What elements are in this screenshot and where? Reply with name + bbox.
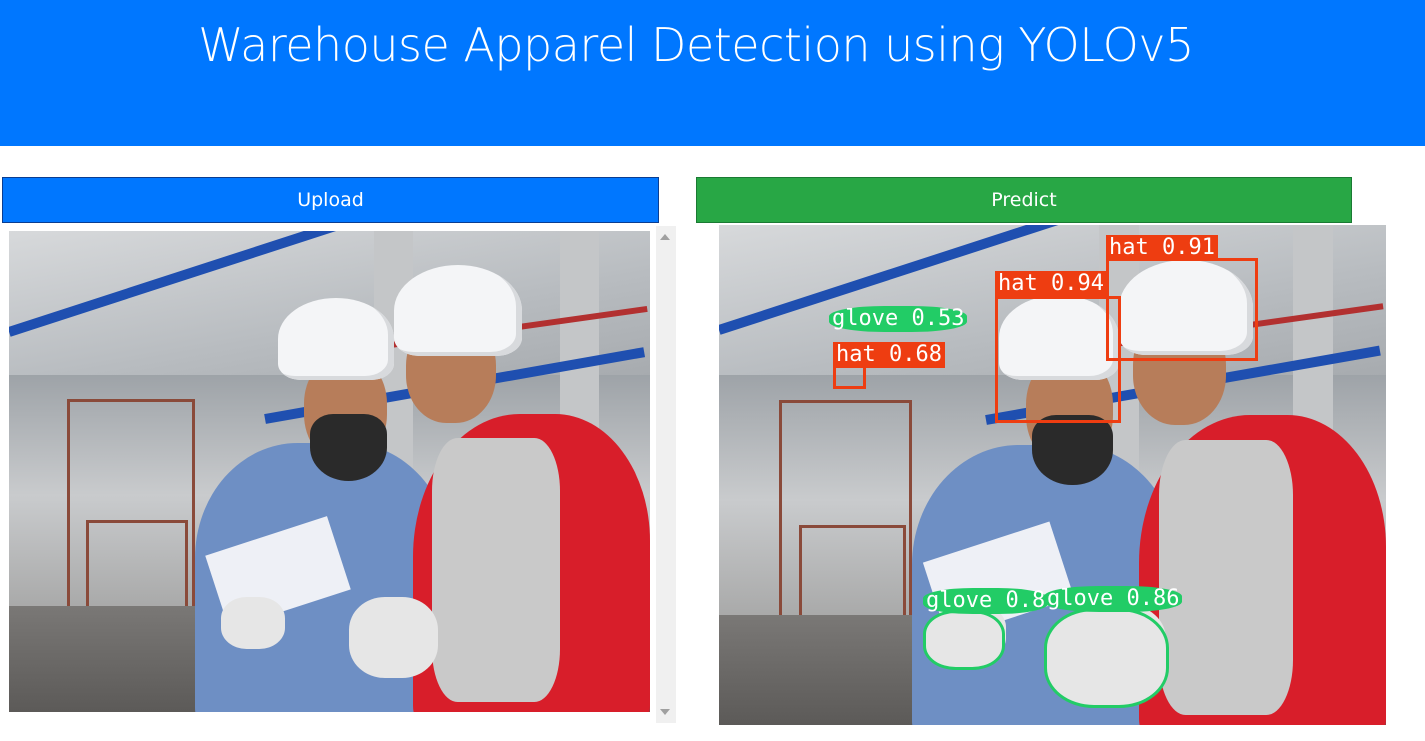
detection-label: glove 0.86 [1044, 586, 1183, 612]
detection-box-glove [1044, 608, 1169, 708]
uploaded-image [9, 231, 650, 712]
prediction-image: hat 0.91 hat 0.94 glove 0.53 hat 0.68 gl… [719, 225, 1386, 725]
page-title: Warehouse Apparel Detection using YOLOv5 [198, 18, 1194, 72]
detection-label: glove 0.8 [923, 588, 1049, 614]
detection-label: hat 0.91 [1106, 235, 1218, 261]
scroll-down-arrow-icon[interactable] [660, 709, 670, 715]
detection-box-glove [923, 610, 1005, 670]
upload-button[interactable]: Upload [2, 177, 659, 223]
detection-box-hat [1106, 258, 1258, 361]
left-panel-scrollbar[interactable] [656, 226, 676, 723]
detection-label: hat 0.94 [995, 271, 1107, 297]
scroll-up-arrow-icon[interactable] [660, 234, 670, 240]
app-header: Warehouse Apparel Detection using YOLOv5 [0, 0, 1425, 146]
detection-label: hat 0.68 [833, 342, 945, 368]
predict-button[interactable]: Predict [696, 177, 1352, 223]
detection-box-hat [995, 296, 1121, 423]
detection-label: glove 0.53 [829, 306, 968, 332]
detection-box-hat [833, 365, 866, 389]
